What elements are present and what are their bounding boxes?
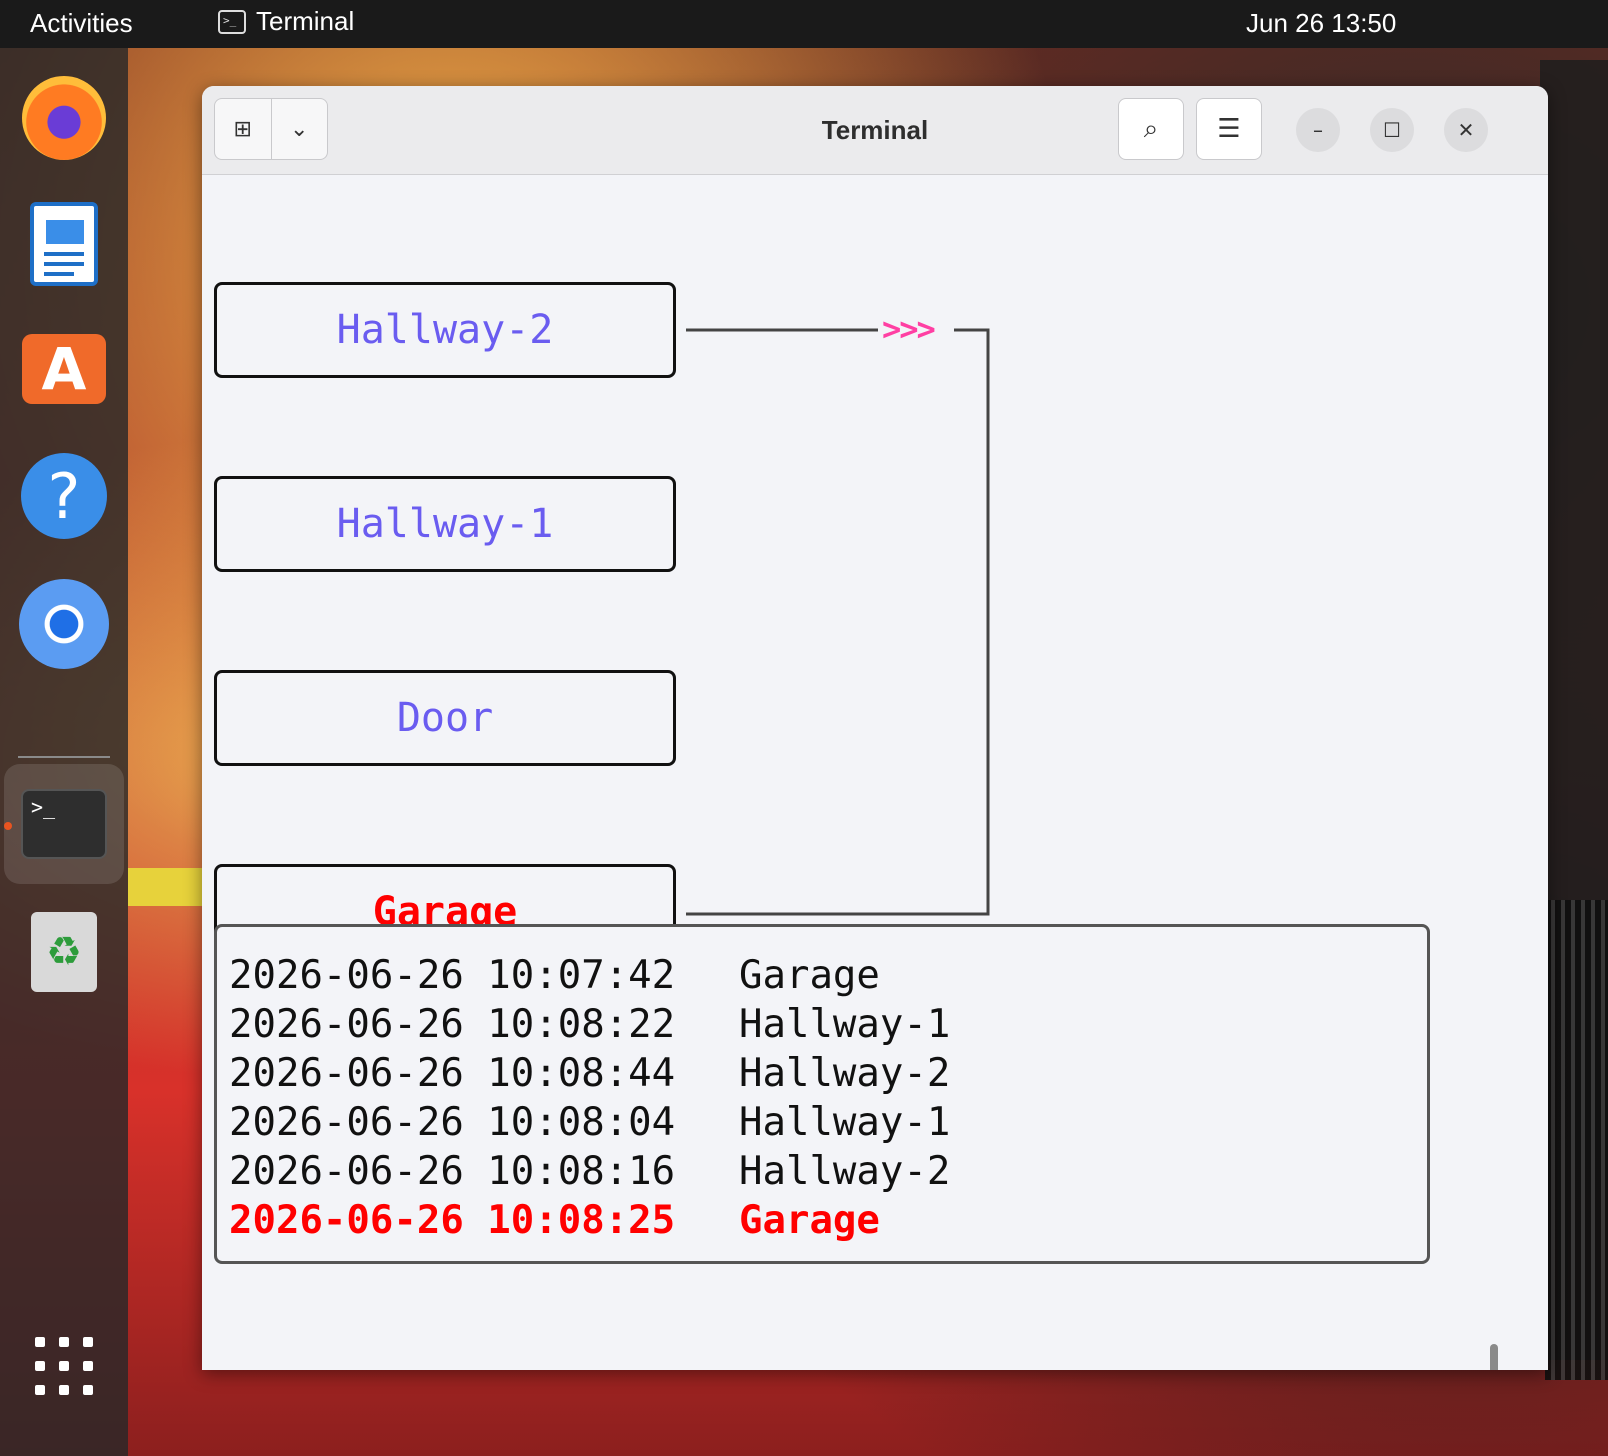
log-timestamp: 2026-06-26 10:08:04 [229,1100,676,1145]
log-timestamp: 2026-06-26 10:08:25 [229,1198,676,1243]
node-door: Door [214,670,676,766]
close-button[interactable]: ✕ [1444,108,1488,152]
log-row-highlighted: 2026-06-26 10:08:25 Garage [229,1196,1415,1245]
log-timestamp: 2026-06-26 10:08:16 [229,1149,676,1194]
connector-right [686,328,990,916]
dock-item-software[interactable]: A [16,314,112,410]
window-title: Terminal [821,115,929,145]
log-timestamp: 2026-06-26 10:07:42 [229,953,676,998]
close-icon: ✕ [1457,118,1475,142]
log-location: Garage [739,953,880,998]
log-location: Hallway-1 [739,1002,951,1047]
terminal-icon: >_ [218,9,246,34]
dock-item-trash[interactable]: ♻ [16,904,112,1000]
title-bar[interactable]: ⊞ ⌄ Terminal ⌕ ☰ – ☐ ✕ [202,86,1548,175]
dock-item-writer[interactable] [16,196,112,292]
chrome-icon [19,579,109,669]
maximize-icon: ☐ [1383,118,1401,142]
running-indicator [4,822,12,830]
help-icon: ? [21,453,107,539]
log-row: 2026-06-26 10:08:44 Hallway-2 [229,1049,1415,1098]
hamburger-menu-icon: ☰ [1217,114,1241,144]
node-hallway-2: Hallway-2 [214,282,676,378]
show-apps-button[interactable] [16,1318,112,1414]
wallpaper-detail [128,868,208,906]
log-location: Hallway-1 [739,1100,951,1145]
search-icon: ⌕ [1143,113,1159,144]
scrollbar[interactable] [1490,1344,1498,1370]
log-timestamp: 2026-06-26 10:08:44 [229,1051,676,1096]
menu-button[interactable]: ☰ [1196,98,1262,160]
dock-separator [18,756,110,758]
dock: A ? >_ ♻ [0,48,128,1456]
clock[interactable]: Jun 26 13:50 [1246,8,1396,39]
terminal-window: ⊞ ⌄ Terminal ⌕ ☰ – ☐ ✕ >>> Hallway-2 Hal… [202,86,1548,1370]
log-row: 2026-06-26 10:07:42 Garage [229,951,1415,1000]
minimize-icon: – [1313,118,1323,142]
log-row: 2026-06-26 10:08:16 Hallway-2 [229,1147,1415,1196]
terminal-icon: >_ [21,789,107,859]
wallpaper-detail [1545,900,1608,1380]
terminal-output[interactable]: >>> Hallway-2 Hallway-1 Door Garage 2026… [202,174,1548,1370]
top-bar: Activities >_ Terminal Jun 26 13:50 [0,0,1608,48]
app-store-icon: A [22,334,106,404]
dock-item-help[interactable]: ? [16,448,112,544]
maximize-button[interactable]: ☐ [1370,108,1414,152]
app-menu[interactable]: >_ Terminal [218,6,354,37]
firefox-icon [22,76,106,160]
app-grid-icon [35,1337,93,1395]
search-button[interactable]: ⌕ [1118,98,1184,160]
dock-item-chromium[interactable] [16,576,112,672]
node-hallway-1: Hallway-1 [214,476,676,572]
log-location: Hallway-2 [739,1149,951,1194]
dock-item-firefox[interactable] [16,70,112,166]
log-timestamp: 2026-06-26 10:08:22 [229,1002,676,1047]
minimize-button[interactable]: – [1296,108,1340,152]
log-row: 2026-06-26 10:08:22 Hallway-1 [229,1000,1415,1049]
log-location: Hallway-2 [739,1051,951,1096]
app-menu-label: Terminal [256,6,355,36]
flow-arrow: >>> [882,310,936,348]
document-icon [30,202,98,286]
dock-item-terminal-icon-holder[interactable]: >_ [16,776,112,872]
log-location: Garage [739,1198,880,1243]
trash-icon: ♻ [31,912,97,992]
activities-button[interactable]: Activities [30,8,133,39]
event-log: 2026-06-26 10:07:42 Garage 2026-06-26 10:… [214,924,1430,1264]
log-row: 2026-06-26 10:08:04 Hallway-1 [229,1098,1415,1147]
